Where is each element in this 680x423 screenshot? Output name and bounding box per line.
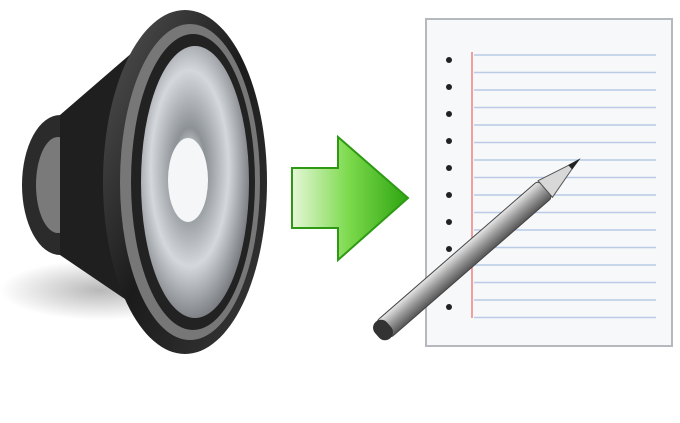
speaker-icon bbox=[0, 10, 267, 354]
illustration-svg bbox=[0, 10, 673, 354]
binder-hole bbox=[446, 57, 452, 63]
arrow-right-icon bbox=[291, 134, 410, 263]
binder-hole bbox=[446, 138, 452, 144]
binder-hole bbox=[446, 111, 452, 117]
binder-hole bbox=[446, 192, 452, 198]
audio-to-text-illustration bbox=[0, 0, 680, 423]
binder-hole bbox=[446, 219, 452, 225]
binder-hole bbox=[446, 84, 452, 90]
binder-hole bbox=[446, 165, 452, 171]
binder-hole bbox=[446, 304, 452, 310]
binder-hole bbox=[446, 246, 452, 252]
